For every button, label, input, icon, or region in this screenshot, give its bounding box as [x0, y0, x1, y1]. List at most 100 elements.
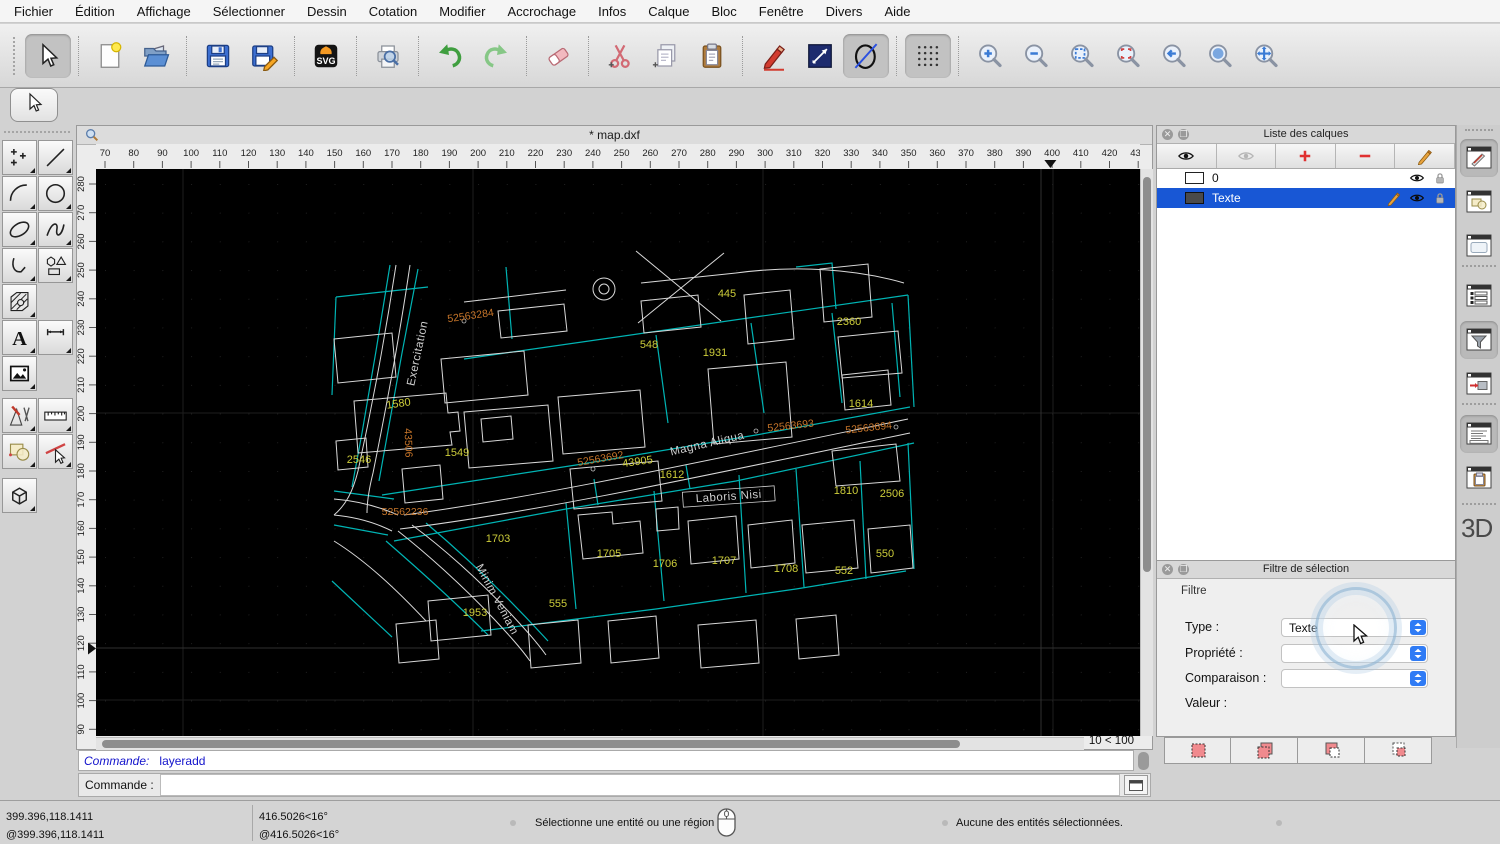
tool-ellipse-button[interactable]: [2, 212, 37, 247]
draw-pen-button[interactable]: [751, 34, 797, 78]
tool-spline-button[interactable]: [38, 212, 73, 247]
select-subtract-button[interactable]: [1298, 737, 1365, 764]
filter-dropdown[interactable]: [1281, 669, 1428, 688]
current-tool-select-arrow-button[interactable]: [10, 88, 58, 122]
close-icon[interactable]: ✕: [1162, 129, 1173, 140]
dropdown-stepper-icon[interactable]: [1410, 671, 1426, 686]
add-layer-button[interactable]: [1276, 144, 1336, 168]
menu-item-dition[interactable]: Édition: [75, 4, 115, 19]
layer-visibility-icon[interactable]: [1409, 190, 1425, 206]
tool-shapes-button[interactable]: [38, 248, 73, 283]
selection-filter-panel-toggle-button[interactable]: [1460, 321, 1498, 359]
tool-selection-button[interactable]: [2, 434, 37, 469]
menu-item-fichier[interactable]: Fichier: [14, 4, 53, 19]
menu-item-slectionner[interactable]: Sélectionner: [213, 4, 285, 19]
detach-icon[interactable]: ❐: [1178, 564, 1189, 575]
tool-polyline-button[interactable]: [2, 248, 37, 283]
redo-button[interactable]: [473, 34, 519, 78]
menu-item-calque[interactable]: Calque: [648, 4, 689, 19]
canvas-horizontal-scrollbar[interactable]: [96, 737, 1084, 750]
open-file-button[interactable]: [133, 34, 179, 78]
paste-button[interactable]: [689, 34, 735, 78]
select-add-button[interactable]: [1231, 737, 1298, 764]
layer-row-0[interactable]: 0: [1157, 168, 1455, 188]
tool-dimension-button[interactable]: [38, 320, 73, 355]
zoom-in-button[interactable]: [967, 34, 1013, 78]
command-line-panel-toggle-button[interactable]: [1460, 415, 1498, 453]
select-intersect-button[interactable]: [1365, 737, 1432, 764]
layer-lock-icon[interactable]: [1432, 190, 1448, 206]
save-as-button[interactable]: [241, 34, 287, 78]
toolbar-drag-handle[interactable]: [13, 36, 18, 75]
filter-dropdown[interactable]: [1281, 644, 1428, 663]
layer-edit-pencil-icon[interactable]: [1386, 190, 1402, 207]
layer-lock-icon[interactable]: [1432, 170, 1448, 186]
tool-3d-box-button[interactable]: [2, 478, 37, 513]
circle-slash-button[interactable]: [843, 33, 889, 78]
tool-modify-button[interactable]: [2, 398, 37, 433]
select-all-button[interactable]: [1164, 737, 1231, 764]
zoom-previous-button[interactable]: [1151, 34, 1197, 78]
tool-image-button[interactable]: [2, 356, 37, 391]
command-detach-button[interactable]: [1124, 775, 1148, 795]
dropdown-stepper-icon[interactable]: [1410, 620, 1426, 635]
menu-item-bloc[interactable]: Bloc: [711, 4, 736, 19]
menu-item-infos[interactable]: Infos: [598, 4, 626, 19]
cut-button[interactable]: [597, 34, 643, 78]
close-icon[interactable]: ✕: [1162, 564, 1173, 575]
remove-layer-button[interactable]: [1336, 144, 1396, 168]
zoom-out-button[interactable]: [1013, 34, 1059, 78]
menu-item-affichage[interactable]: Affichage: [137, 4, 191, 19]
menu-item-accrochage[interactable]: Accrochage: [507, 4, 576, 19]
erase-button[interactable]: [535, 34, 581, 78]
drawing-canvas[interactable]: 445 2360 548 1931 1614 1580 2546 1549 43905 1612 1…: [96, 169, 1140, 736]
menu-item-cotation[interactable]: Cotation: [369, 4, 417, 19]
command-history-scrollbar[interactable]: [1138, 752, 1149, 770]
hide-all-layers-button[interactable]: [1217, 144, 1277, 168]
grid-toggle-button[interactable]: [905, 33, 951, 78]
tool-hatch-button[interactable]: [2, 284, 37, 319]
layer-list-panel-toggle-button[interactable]: [1460, 139, 1498, 177]
palette-drag-handle[interactable]: [4, 131, 70, 136]
menu-item-fentre[interactable]: Fenêtre: [759, 4, 804, 19]
block-list-panel-toggle-button[interactable]: [1460, 183, 1498, 221]
zoom-auto-button[interactable]: [1059, 34, 1105, 78]
detach-icon[interactable]: ❐: [1178, 129, 1189, 140]
zoom-select-button[interactable]: [1105, 34, 1151, 78]
filter-dropdown[interactable]: Texte: [1281, 618, 1428, 637]
canvas-vertical-scrollbar[interactable]: [1140, 169, 1153, 736]
menu-item-modifier[interactable]: Modifier: [439, 4, 485, 19]
copy-button[interactable]: [643, 34, 689, 78]
clipboard-panel-toggle-button[interactable]: [1460, 459, 1498, 497]
pen-settings-panel-toggle-button[interactable]: [1460, 365, 1498, 403]
svg-export-button[interactable]: SVG: [303, 34, 349, 78]
layer-row-texte[interactable]: Texte: [1157, 188, 1455, 208]
line-draw-button[interactable]: [797, 34, 843, 78]
command-options-panel-toggle-button[interactable]: [1460, 277, 1498, 315]
tool-delete-button[interactable]: [38, 434, 73, 469]
panel-3d-label[interactable]: 3D: [1461, 513, 1493, 544]
tool-points-button[interactable]: [2, 140, 37, 175]
save-button[interactable]: [195, 34, 241, 78]
h-scroll-thumb[interactable]: [102, 740, 960, 748]
menu-item-divers[interactable]: Divers: [826, 4, 863, 19]
command-input[interactable]: [159, 774, 1120, 796]
tool-circle-button[interactable]: [38, 176, 73, 211]
zoom-pan-button[interactable]: [1243, 34, 1289, 78]
print-preview-button[interactable]: [365, 34, 411, 78]
select-arrow-button[interactable]: [25, 33, 71, 78]
tool-arc-button[interactable]: [2, 176, 37, 211]
zoom-window-button[interactable]: [1197, 34, 1243, 78]
tool-measure-button[interactable]: [38, 398, 73, 433]
layer-visibility-icon[interactable]: [1409, 170, 1425, 186]
v-scroll-thumb[interactable]: [1143, 177, 1151, 572]
edit-layer-button[interactable]: [1395, 144, 1455, 168]
library-browser-panel-toggle-button[interactable]: [1460, 227, 1498, 265]
show-all-layers-button[interactable]: [1157, 144, 1217, 168]
tool-text-button[interactable]: A: [2, 320, 37, 355]
tool-line-button[interactable]: [38, 140, 73, 175]
menu-item-aide[interactable]: Aide: [884, 4, 910, 19]
new-file-button[interactable]: [87, 34, 133, 78]
dropdown-stepper-icon[interactable]: [1410, 646, 1426, 661]
menu-item-dessin[interactable]: Dessin: [307, 4, 347, 19]
